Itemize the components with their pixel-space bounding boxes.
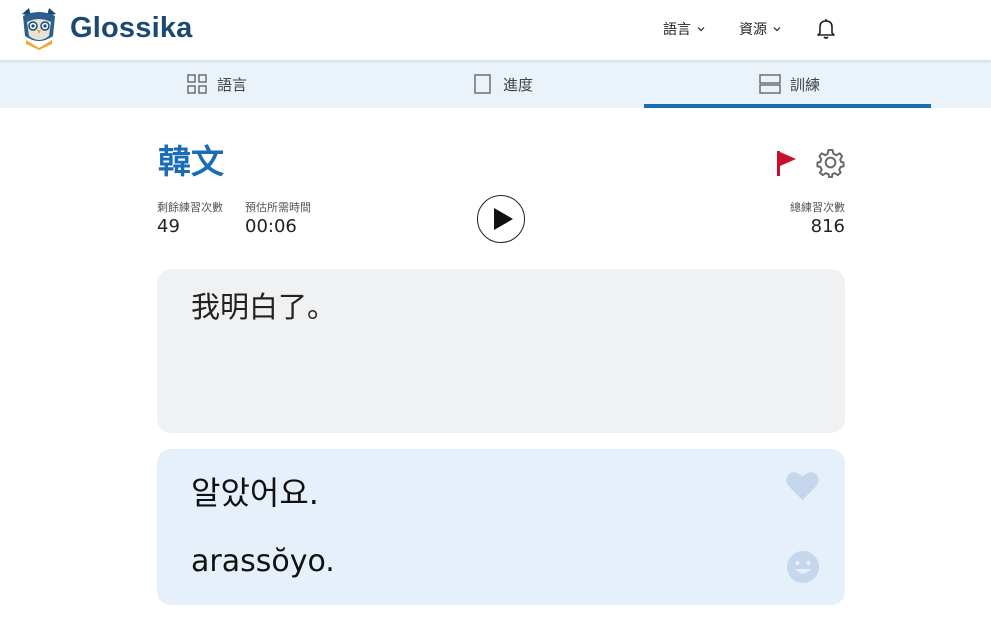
brand-name: Glossika xyxy=(70,11,193,44)
tab-language[interactable]: 語言 xyxy=(186,60,247,108)
chevron-down-icon xyxy=(697,27,705,32)
target-sentence-card: 알았어요. arassŏyo. xyxy=(157,449,845,605)
total-reps-label: 總練習次數 xyxy=(790,201,845,214)
estimated-time-label: 預估所需時間 xyxy=(245,201,311,214)
nav-language-menu[interactable]: 語言 xyxy=(663,18,705,40)
nav-language-label: 語言 xyxy=(663,22,691,38)
source-sentence-card: 我明白了。 xyxy=(157,269,845,433)
rows-icon xyxy=(759,74,781,94)
tab-bar: 語言 進度 訓練 xyxy=(0,60,991,108)
total-reps: 總練習次數 816 xyxy=(765,200,845,238)
top-bar: Glossika 語言 資源 xyxy=(0,0,991,60)
tab-progress-label: 進度 xyxy=(503,75,534,94)
remaining-reps: 剩餘練習次數 49 xyxy=(157,200,223,238)
tab-training[interactable]: 訓練 xyxy=(759,60,820,108)
tab-language-label: 語言 xyxy=(217,75,248,94)
gear-icon[interactable] xyxy=(815,147,846,178)
heart-icon[interactable] xyxy=(785,469,820,502)
tab-progress[interactable]: 進度 xyxy=(472,60,533,108)
flag-icon[interactable] xyxy=(773,149,799,177)
source-sentence: 我明白了。 xyxy=(191,290,337,324)
bell-icon[interactable] xyxy=(814,16,838,40)
estimated-time: 預估所需時間 00:06 xyxy=(245,200,311,238)
smile-icon[interactable] xyxy=(786,550,820,584)
target-sentence: 알았어요. xyxy=(191,474,319,512)
remaining-reps-value: 49 xyxy=(157,216,180,237)
active-tab-indicator xyxy=(644,104,931,108)
play-icon xyxy=(494,208,513,230)
chevron-down-icon xyxy=(773,27,781,32)
nav-resources-menu[interactable]: 資源 xyxy=(739,18,781,40)
grid-icon xyxy=(187,74,207,94)
estimated-time-value: 00:06 xyxy=(245,216,297,237)
owl-logo-icon xyxy=(22,8,56,50)
tab-training-label: 訓練 xyxy=(790,75,821,94)
play-button[interactable] xyxy=(477,195,525,243)
language-title: 韓文 xyxy=(158,142,224,181)
nav-resources-label: 資源 xyxy=(739,22,767,38)
logo[interactable]: Glossika xyxy=(18,6,193,50)
remaining-reps-label: 剩餘練習次數 xyxy=(157,201,223,214)
square-icon xyxy=(474,74,491,94)
total-reps-value: 816 xyxy=(810,216,845,237)
romanization-text: arassŏyo. xyxy=(191,544,335,579)
